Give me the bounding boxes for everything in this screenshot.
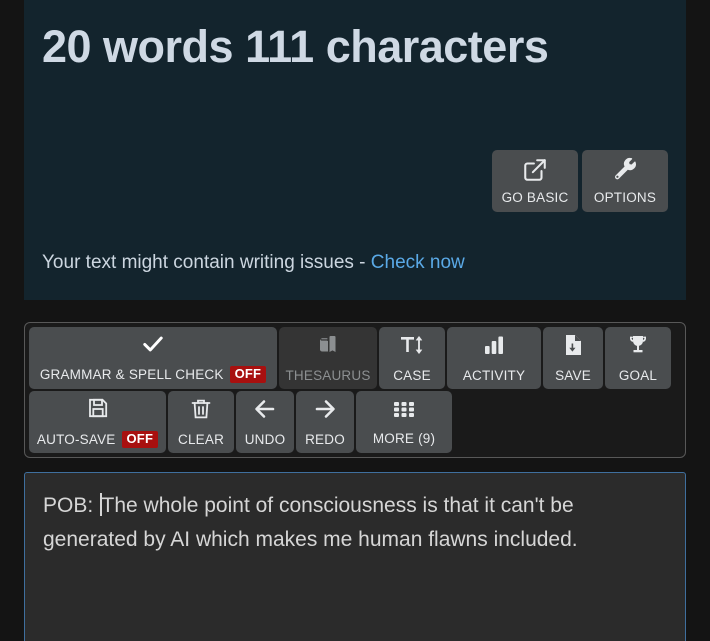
case-label: CASE bbox=[393, 368, 431, 383]
toolbar-row-2: AUTO-SAVE OFF CLEAR UNDO REDO MORE (9) bbox=[29, 391, 681, 453]
text-editor-area[interactable]: POB: The whole point of consciousness is… bbox=[24, 472, 686, 641]
grammar-spell-check-status-badge: OFF bbox=[229, 365, 267, 384]
app-root: 20 words 111 characters GO BASIC OPTIONS… bbox=[0, 0, 710, 641]
auto-save-text: AUTO-SAVE bbox=[36, 431, 116, 447]
trash-icon bbox=[189, 397, 213, 426]
stats-header: 20 words 111 characters GO BASIC OPTIONS… bbox=[24, 0, 686, 300]
options-label: OPTIONS bbox=[593, 190, 657, 205]
redo-button[interactable]: REDO bbox=[296, 391, 354, 453]
go-basic-label: GO BASIC bbox=[501, 190, 569, 205]
save-label: SAVE bbox=[555, 368, 591, 383]
word-char-counter: 20 words 111 characters bbox=[42, 21, 549, 72]
editor-content: POB: The whole point of consciousness is… bbox=[43, 489, 667, 557]
go-basic-button[interactable]: GO BASIC bbox=[492, 150, 578, 212]
grammar-spell-check-button[interactable]: GRAMMAR & SPELL CHECK OFF bbox=[29, 327, 277, 389]
grammar-spell-check-label: GRAMMAR & SPELL CHECK OFF bbox=[39, 365, 267, 384]
save-file-icon bbox=[561, 333, 585, 362]
grammar-spell-check-text: GRAMMAR & SPELL CHECK bbox=[39, 366, 224, 382]
redo-label: REDO bbox=[305, 432, 345, 447]
wrench-icon bbox=[612, 157, 638, 183]
undo-label: UNDO bbox=[244, 432, 286, 447]
goal-button[interactable]: GOAL bbox=[605, 327, 671, 389]
auto-save-status-badge: OFF bbox=[121, 430, 159, 449]
options-button[interactable]: OPTIONS bbox=[582, 150, 668, 212]
arrow-right-icon bbox=[312, 397, 338, 426]
thesaurus-button[interactable]: THESAURUS bbox=[279, 327, 377, 389]
trophy-icon bbox=[625, 333, 651, 362]
text-case-icon bbox=[399, 333, 425, 362]
arrow-left-icon bbox=[252, 397, 278, 426]
writing-issues-text: Your text might contain writing issues - bbox=[42, 252, 371, 273]
activity-button[interactable]: ACTIVITY bbox=[447, 327, 541, 389]
goal-label: GOAL bbox=[618, 368, 658, 383]
undo-button[interactable]: UNDO bbox=[236, 391, 294, 453]
external-link-icon bbox=[522, 157, 548, 183]
editor-text-prefix: POB: bbox=[43, 494, 100, 517]
editor-toolbar: GRAMMAR & SPELL CHECK OFF THESAURUS CASE… bbox=[24, 322, 686, 458]
case-button[interactable]: CASE bbox=[379, 327, 445, 389]
save-button[interactable]: SAVE bbox=[543, 327, 603, 389]
toolbar-row-1: GRAMMAR & SPELL CHECK OFF THESAURUS CASE… bbox=[29, 327, 681, 389]
floppy-disk-icon bbox=[86, 396, 110, 425]
book-icon bbox=[316, 333, 340, 362]
check-icon bbox=[140, 333, 166, 360]
header-action-buttons: GO BASIC OPTIONS bbox=[492, 150, 668, 212]
clear-button[interactable]: CLEAR bbox=[168, 391, 234, 453]
thesaurus-label: THESAURUS bbox=[285, 368, 371, 383]
editor-text-body: The whole point of consciousness is that… bbox=[43, 494, 578, 552]
writing-issues-notice: Your text might contain writing issues -… bbox=[42, 252, 465, 274]
more-button[interactable]: MORE (9) bbox=[356, 391, 452, 453]
bar-chart-icon bbox=[481, 333, 507, 362]
more-label: MORE (9) bbox=[372, 431, 436, 446]
check-now-link[interactable]: Check now bbox=[371, 252, 465, 273]
auto-save-button[interactable]: AUTO-SAVE OFF bbox=[29, 391, 166, 453]
activity-label: ACTIVITY bbox=[462, 368, 526, 383]
grid-icon bbox=[391, 398, 417, 425]
auto-save-label: AUTO-SAVE OFF bbox=[36, 430, 159, 449]
clear-label: CLEAR bbox=[178, 432, 225, 447]
